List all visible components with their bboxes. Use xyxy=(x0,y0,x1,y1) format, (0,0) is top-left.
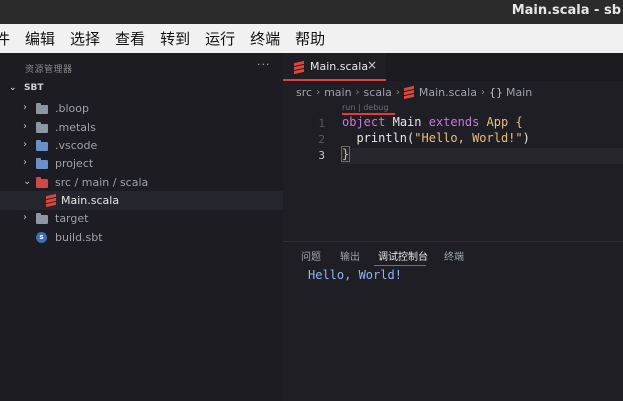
menu-file[interactable]: 件 xyxy=(0,28,10,49)
code-brace: { xyxy=(515,115,523,129)
workspace-name: SBT xyxy=(24,83,44,93)
chevron-right-icon: › xyxy=(355,86,360,98)
menu-bar: 件 编辑 选择 查看 转到 运行 终端 帮助 xyxy=(0,24,623,53)
chevron-right-icon: › xyxy=(395,86,400,98)
chevron-right-icon: › xyxy=(23,121,27,132)
code-keyword: object xyxy=(342,115,386,129)
tree-item-vscode[interactable]: › .vscode xyxy=(0,136,283,155)
tree-item-target[interactable]: › target xyxy=(0,209,283,228)
breadcrumb-item[interactable]: Main.scala xyxy=(419,86,477,99)
breadcrumb: src › main › scala › Main.scala › {} Mai… xyxy=(296,84,532,100)
folder-icon xyxy=(36,213,49,224)
chevron-right-icon: › xyxy=(23,139,27,150)
explorer-title: 资源管理器 xyxy=(25,65,73,75)
project-folder-icon xyxy=(36,158,49,169)
sbt-file-icon: s xyxy=(36,232,49,243)
code-string: "Hello, World!" xyxy=(414,131,523,145)
tree-item-label: build.sbt xyxy=(55,231,103,244)
editor-tabbar: Main.scala × xyxy=(283,53,623,81)
tree-item-build-sbt[interactable]: s build.sbt xyxy=(0,228,283,247)
menu-selection[interactable]: 选择 xyxy=(70,28,100,49)
code-type: App xyxy=(486,115,509,129)
more-actions-icon[interactable]: ··· xyxy=(257,58,271,71)
line-number: 1 xyxy=(318,117,325,130)
tab-problems[interactable]: 问题 xyxy=(301,248,321,263)
folder-icon xyxy=(36,103,49,114)
tree-item-bloop[interactable]: › .bloop xyxy=(0,99,283,118)
code-brace: } xyxy=(340,146,351,162)
editor-area: Main.scala × src › main › scala › Main.s… xyxy=(283,53,623,241)
code-line-2[interactable]: println("Hello, World!") xyxy=(342,131,530,145)
tree-item-label: .metals xyxy=(55,121,96,134)
code-paren: ) xyxy=(522,131,530,145)
tree-item-project[interactable]: › project xyxy=(0,154,283,173)
menu-edit[interactable]: 编辑 xyxy=(25,28,55,49)
tree-item-src-main-scala[interactable]: ⌄ src / main / scala xyxy=(0,173,283,192)
folder-icon xyxy=(36,122,49,133)
tree-item-label: project xyxy=(55,157,94,170)
scala-file-icon xyxy=(403,85,419,99)
breadcrumb-item[interactable]: main xyxy=(324,86,351,99)
menu-go[interactable]: 转到 xyxy=(160,28,190,49)
code-function: println xyxy=(356,131,408,145)
scala-folder-icon xyxy=(36,177,49,188)
explorer-sidebar: 资源管理器 ··· ⌄ SBT › .bloop › .metals › .vs… xyxy=(0,53,283,401)
chevron-right-icon: › xyxy=(23,157,27,168)
symbol-braces-icon: {} xyxy=(488,85,503,99)
scala-file-icon xyxy=(46,193,59,207)
chevron-down-icon: ⌄ xyxy=(23,176,32,187)
workspace-section-header[interactable]: ⌄ SBT xyxy=(9,83,43,93)
chevron-right-icon: › xyxy=(316,86,321,98)
breadcrumb-item[interactable]: scala xyxy=(364,86,392,99)
tab-debug-console[interactable]: 调试控制台 xyxy=(378,248,428,263)
tab-main-scala[interactable]: Main.scala × xyxy=(283,53,386,81)
codelens-run-debug[interactable]: run | debug xyxy=(342,103,388,112)
line-number: 3 xyxy=(318,149,325,162)
chevron-down-icon: ⌄ xyxy=(9,83,17,93)
menu-help[interactable]: 帮助 xyxy=(295,28,325,49)
menu-terminal[interactable]: 终端 xyxy=(250,28,280,49)
tab-terminal[interactable]: 终端 xyxy=(444,248,464,263)
code-identifier: Main xyxy=(392,115,422,129)
tree-item-label: Main.scala xyxy=(61,194,120,207)
vscode-folder-icon xyxy=(36,140,49,151)
tab-label: Main.scala xyxy=(310,60,369,73)
chevron-right-icon: › xyxy=(480,86,485,98)
code-line-3[interactable]: } xyxy=(340,146,351,162)
close-icon[interactable]: × xyxy=(367,58,377,72)
chevron-right-icon: › xyxy=(23,212,27,223)
menu-view[interactable]: 查看 xyxy=(115,28,145,49)
tree-item-label: src / main / scala xyxy=(55,176,149,189)
window-title: Main.scala - sb xyxy=(511,3,621,18)
breadcrumb-item[interactable]: src xyxy=(296,86,312,99)
breadcrumb-item[interactable]: Main xyxy=(506,86,532,99)
window-titlebar: Main.scala - sb xyxy=(0,0,623,24)
tree-item-label: .vscode xyxy=(55,139,98,152)
code-line-1[interactable]: object Main extends App { xyxy=(342,115,523,129)
debug-console-output: Hello, World! xyxy=(308,268,402,282)
tree-item-metals[interactable]: › .metals xyxy=(0,118,283,137)
line-number: 2 xyxy=(318,133,325,146)
tree-item-label: .bloop xyxy=(55,102,89,115)
tab-output[interactable]: 输出 xyxy=(340,248,360,263)
current-line-highlight xyxy=(341,148,623,164)
active-tab-indicator xyxy=(374,265,426,266)
tree-item-label: target xyxy=(55,212,89,225)
chevron-right-icon: › xyxy=(23,102,27,113)
tree-item-main-scala[interactable]: Main.scala xyxy=(0,191,283,210)
bottom-panel: 问题 输出 调试控制台 终端 Hello, World! xyxy=(283,242,623,401)
code-keyword: extends xyxy=(428,115,480,129)
menu-run[interactable]: 运行 xyxy=(205,28,235,49)
